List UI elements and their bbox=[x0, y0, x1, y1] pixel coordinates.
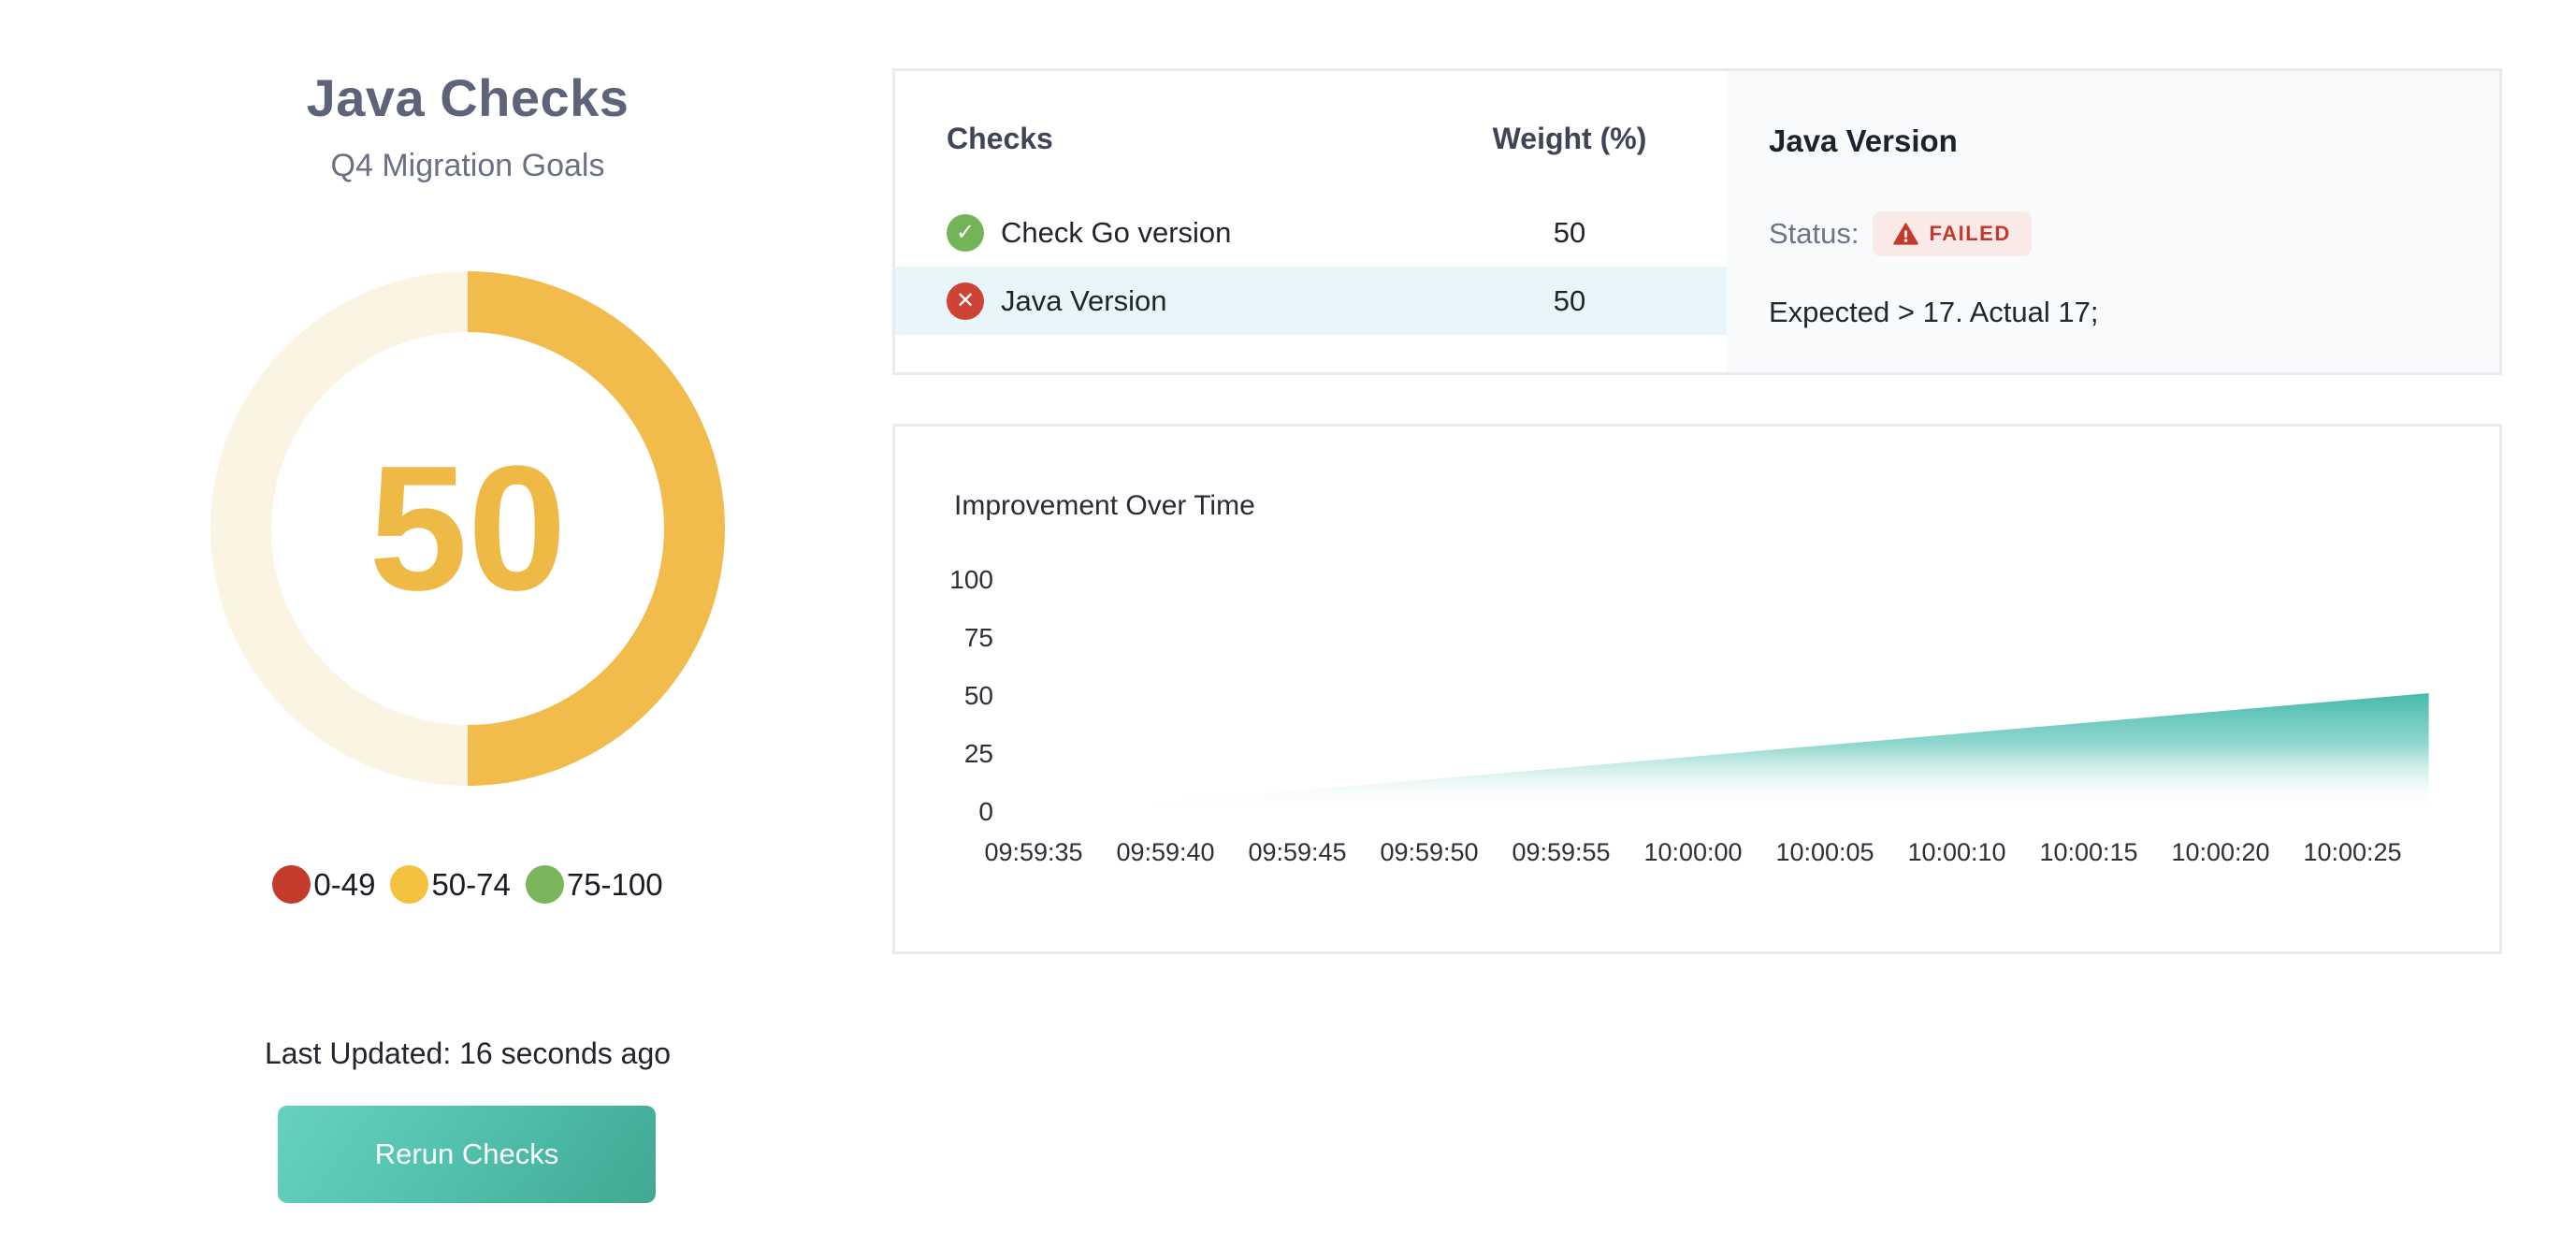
score-gauge: 50 bbox=[210, 271, 725, 786]
checks-card: Checks Weight (%) ✓ Check Go version 50 … bbox=[892, 68, 2502, 375]
score-legend: 0-49 50-74 75-100 bbox=[0, 865, 935, 904]
detail-title: Java Version bbox=[1769, 123, 1958, 159]
x-tick-label: 09:59:55 bbox=[1501, 838, 1621, 867]
checks-table: Checks Weight (%) ✓ Check Go version 50 … bbox=[895, 71, 1727, 372]
summary-panel: Java Checks Q4 Migration Goals 50 0-49 5… bbox=[0, 0, 935, 1246]
status-badge: FAILED bbox=[1873, 211, 2032, 256]
legend-label: 0-49 bbox=[313, 867, 375, 903]
y-tick-label: 50 bbox=[895, 677, 993, 715]
x-tick-label: 10:00:05 bbox=[1765, 838, 1885, 867]
table-row-java-version[interactable]: ✕ Java Version 50 bbox=[895, 267, 1727, 335]
check-failed-icon: ✕ bbox=[947, 283, 984, 320]
area-shape bbox=[1083, 693, 2428, 809]
check-weight: 50 bbox=[1457, 216, 1682, 250]
warning-triangle-icon bbox=[1893, 223, 1918, 245]
page-title: Java Checks bbox=[0, 67, 935, 128]
x-tick-label: 10:00:10 bbox=[1897, 838, 2017, 867]
status-value: FAILED bbox=[1930, 222, 2011, 246]
table-row-check-go-version[interactable]: ✓ Check Go version 50 bbox=[895, 198, 1727, 267]
x-tick-label: 09:59:50 bbox=[1369, 838, 1489, 867]
row-main: ✓ Check Go version bbox=[947, 214, 1457, 252]
legend-label: 50-74 bbox=[431, 867, 510, 903]
x-tick-label: 10:00:20 bbox=[2161, 838, 2280, 867]
area-chart bbox=[895, 427, 2499, 951]
x-tick-label: 09:59:45 bbox=[1237, 838, 1357, 867]
x-tick-label: 10:00:25 bbox=[2293, 838, 2412, 867]
y-axis-labels: 100 75 50 25 0 bbox=[895, 561, 993, 831]
y-tick-label: 0 bbox=[895, 793, 993, 831]
last-updated-text: Last Updated: 16 seconds ago bbox=[0, 1036, 935, 1071]
checks-column-header: Checks bbox=[947, 122, 1457, 156]
y-tick-label: 75 bbox=[895, 619, 993, 657]
legend-dot bbox=[390, 865, 428, 904]
legend-dot bbox=[526, 865, 564, 904]
detail-message: Expected > 17. Actual 17; bbox=[1769, 296, 2098, 329]
legend-item-high: 75-100 bbox=[526, 865, 663, 904]
status-row: Status: FAILED bbox=[1769, 211, 2032, 256]
weight-column-header: Weight (%) bbox=[1457, 122, 1682, 156]
status-label: Status: bbox=[1769, 217, 1860, 251]
x-tick-label: 09:59:40 bbox=[1106, 838, 1225, 867]
page-subtitle: Q4 Migration Goals bbox=[0, 148, 935, 184]
x-axis-labels: 09:59:35 09:59:40 09:59:45 09:59:50 09:59:55… bbox=[974, 838, 2412, 867]
improvement-chart-card: Improvement Over Time 1007550250 09:59:3… bbox=[892, 424, 2502, 954]
check-name: Java Version bbox=[1001, 284, 1167, 318]
legend-dot bbox=[272, 865, 311, 904]
gauge-inner: 50 bbox=[271, 332, 664, 725]
y-tick-label: 100 bbox=[895, 561, 993, 599]
legend-label: 75-100 bbox=[567, 867, 663, 903]
x-tick-label: 10:00:15 bbox=[2029, 838, 2149, 867]
gauge-score: 50 bbox=[369, 440, 566, 617]
legend-item-mid: 50-74 bbox=[390, 865, 510, 904]
x-tick-label: 09:59:35 bbox=[974, 838, 1093, 867]
row-main: ✕ Java Version bbox=[947, 283, 1457, 320]
checks-table-header: Checks Weight (%) bbox=[947, 122, 1727, 156]
check-name: Check Go version bbox=[1001, 216, 1231, 250]
check-weight: 50 bbox=[1457, 284, 1682, 318]
check-passed-icon: ✓ bbox=[947, 214, 984, 252]
legend-item-low: 0-49 bbox=[272, 865, 375, 904]
dashboard: Java Checks Q4 Migration Goals 50 0-49 5… bbox=[0, 0, 2576, 1246]
x-tick-label: 10:00:00 bbox=[1633, 838, 1753, 867]
check-detail-panel: Java Version Status: FAILED Expected > 1… bbox=[1727, 71, 2499, 372]
rerun-checks-button[interactable]: Rerun Checks bbox=[278, 1106, 656, 1203]
y-tick-label: 25 bbox=[895, 735, 993, 773]
